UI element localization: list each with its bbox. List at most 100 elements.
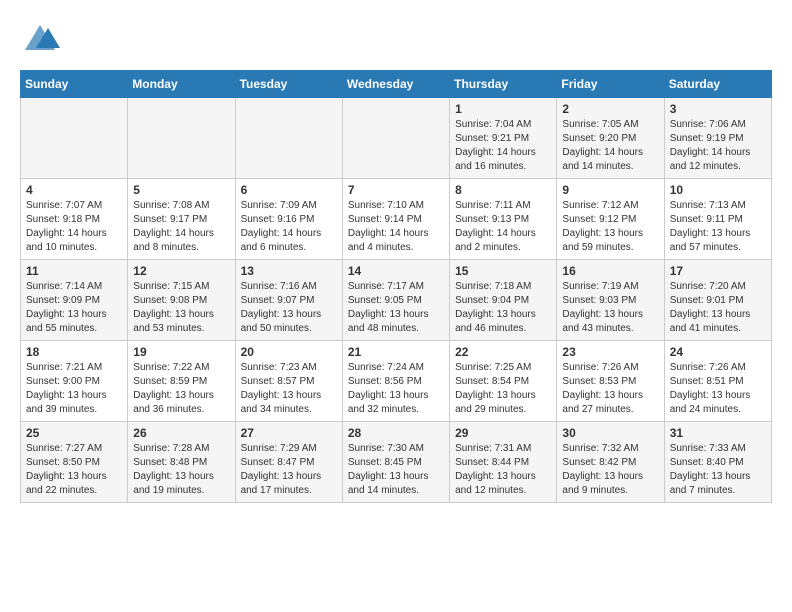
calendar-week-row: 18 Sunrise: 7:21 AM Sunset: 9:00 PM Dayli… — [21, 341, 772, 422]
calendar-cell: 24 Sunrise: 7:26 AM Sunset: 8:51 PM Dayli… — [664, 341, 771, 422]
day-info: Sunrise: 7:29 AM Sunset: 8:47 PM Dayligh… — [241, 442, 337, 498]
day-info: Sunrise: 7:32 AM Sunset: 8:42 PM Dayligh… — [562, 442, 658, 498]
day-number: 20 — [241, 345, 337, 359]
day-number: 22 — [455, 345, 551, 359]
day-number: 11 — [26, 264, 122, 278]
calendar-cell: 23 Sunrise: 7:26 AM Sunset: 8:53 PM Dayli… — [557, 341, 664, 422]
calendar-cell: 15 Sunrise: 7:18 AM Sunset: 9:04 PM Dayli… — [450, 260, 557, 341]
day-number: 4 — [26, 183, 122, 197]
calendar-cell: 3 Sunrise: 7:06 AM Sunset: 9:19 PM Daylig… — [664, 98, 771, 179]
day-info: Sunrise: 7:33 AM Sunset: 8:40 PM Dayligh… — [670, 442, 766, 498]
calendar-header-row: SundayMondayTuesdayWednesdayThursdayFrid… — [21, 71, 772, 98]
day-info: Sunrise: 7:09 AM Sunset: 9:16 PM Dayligh… — [241, 199, 337, 255]
day-info: Sunrise: 7:17 AM Sunset: 9:05 PM Dayligh… — [348, 280, 444, 336]
column-header-saturday: Saturday — [664, 71, 771, 98]
column-header-tuesday: Tuesday — [235, 71, 342, 98]
day-number: 5 — [133, 183, 229, 197]
day-info: Sunrise: 7:31 AM Sunset: 8:44 PM Dayligh… — [455, 442, 551, 498]
calendar-cell: 14 Sunrise: 7:17 AM Sunset: 9:05 PM Dayli… — [342, 260, 449, 341]
calendar-cell — [235, 98, 342, 179]
day-number: 8 — [455, 183, 551, 197]
calendar-cell: 2 Sunrise: 7:05 AM Sunset: 9:20 PM Daylig… — [557, 98, 664, 179]
calendar-cell: 1 Sunrise: 7:04 AM Sunset: 9:21 PM Daylig… — [450, 98, 557, 179]
calendar-cell: 25 Sunrise: 7:27 AM Sunset: 8:50 PM Dayli… — [21, 422, 128, 503]
calendar-cell: 30 Sunrise: 7:32 AM Sunset: 8:42 PM Dayli… — [557, 422, 664, 503]
day-number: 15 — [455, 264, 551, 278]
calendar-cell: 8 Sunrise: 7:11 AM Sunset: 9:13 PM Daylig… — [450, 179, 557, 260]
calendar-cell: 13 Sunrise: 7:16 AM Sunset: 9:07 PM Dayli… — [235, 260, 342, 341]
day-info: Sunrise: 7:30 AM Sunset: 8:45 PM Dayligh… — [348, 442, 444, 498]
day-info: Sunrise: 7:22 AM Sunset: 8:59 PM Dayligh… — [133, 361, 229, 417]
page-header — [20, 20, 772, 60]
day-info: Sunrise: 7:24 AM Sunset: 8:56 PM Dayligh… — [348, 361, 444, 417]
column-header-sunday: Sunday — [21, 71, 128, 98]
calendar-cell — [342, 98, 449, 179]
logo — [20, 20, 64, 60]
column-header-monday: Monday — [128, 71, 235, 98]
day-info: Sunrise: 7:18 AM Sunset: 9:04 PM Dayligh… — [455, 280, 551, 336]
column-header-friday: Friday — [557, 71, 664, 98]
day-number: 29 — [455, 426, 551, 440]
day-number: 30 — [562, 426, 658, 440]
calendar-cell: 19 Sunrise: 7:22 AM Sunset: 8:59 PM Dayli… — [128, 341, 235, 422]
day-info: Sunrise: 7:12 AM Sunset: 9:12 PM Dayligh… — [562, 199, 658, 255]
calendar-cell: 16 Sunrise: 7:19 AM Sunset: 9:03 PM Dayli… — [557, 260, 664, 341]
day-info: Sunrise: 7:26 AM Sunset: 8:51 PM Dayligh… — [670, 361, 766, 417]
column-header-thursday: Thursday — [450, 71, 557, 98]
day-number: 9 — [562, 183, 658, 197]
day-info: Sunrise: 7:21 AM Sunset: 9:00 PM Dayligh… — [26, 361, 122, 417]
calendar-cell: 18 Sunrise: 7:21 AM Sunset: 9:00 PM Dayli… — [21, 341, 128, 422]
calendar-cell: 20Sunrise: 7:23 AM Sunset: 8:57 PM Dayli… — [235, 341, 342, 422]
day-number: 3 — [670, 102, 766, 116]
day-info: Sunrise: 7:15 AM Sunset: 9:08 PM Dayligh… — [133, 280, 229, 336]
calendar-week-row: 1 Sunrise: 7:04 AM Sunset: 9:21 PM Daylig… — [21, 98, 772, 179]
calendar-cell: 6 Sunrise: 7:09 AM Sunset: 9:16 PM Daylig… — [235, 179, 342, 260]
day-number: 18 — [26, 345, 122, 359]
day-info: Sunrise: 7:08 AM Sunset: 9:17 PM Dayligh… — [133, 199, 229, 255]
day-info: Sunrise: 7:27 AM Sunset: 8:50 PM Dayligh… — [26, 442, 122, 498]
day-info: Sunrise: 7:16 AM Sunset: 9:07 PM Dayligh… — [241, 280, 337, 336]
calendar-cell: 11Sunrise: 7:14 AM Sunset: 9:09 PM Dayli… — [21, 260, 128, 341]
day-number: 7 — [348, 183, 444, 197]
day-number: 19 — [133, 345, 229, 359]
calendar-week-row: 4Sunrise: 7:07 AM Sunset: 9:18 PM Daylig… — [21, 179, 772, 260]
day-number: 12 — [133, 264, 229, 278]
day-number: 17 — [670, 264, 766, 278]
calendar-cell: 22 Sunrise: 7:25 AM Sunset: 8:54 PM Dayli… — [450, 341, 557, 422]
calendar-cell: 27 Sunrise: 7:29 AM Sunset: 8:47 PM Dayli… — [235, 422, 342, 503]
day-info: Sunrise: 7:28 AM Sunset: 8:48 PM Dayligh… — [133, 442, 229, 498]
calendar-cell — [128, 98, 235, 179]
day-number: 24 — [670, 345, 766, 359]
day-info: Sunrise: 7:26 AM Sunset: 8:53 PM Dayligh… — [562, 361, 658, 417]
calendar-cell: 4Sunrise: 7:07 AM Sunset: 9:18 PM Daylig… — [21, 179, 128, 260]
day-info: Sunrise: 7:19 AM Sunset: 9:03 PM Dayligh… — [562, 280, 658, 336]
day-number: 27 — [241, 426, 337, 440]
day-number: 23 — [562, 345, 658, 359]
day-number: 1 — [455, 102, 551, 116]
calendar-cell: 5 Sunrise: 7:08 AM Sunset: 9:17 PM Daylig… — [128, 179, 235, 260]
day-number: 16 — [562, 264, 658, 278]
day-info: Sunrise: 7:11 AM Sunset: 9:13 PM Dayligh… — [455, 199, 551, 255]
day-number: 6 — [241, 183, 337, 197]
day-info: Sunrise: 7:05 AM Sunset: 9:20 PM Dayligh… — [562, 118, 658, 174]
calendar-cell: 10Sunrise: 7:13 AM Sunset: 9:11 PM Dayli… — [664, 179, 771, 260]
day-number: 26 — [133, 426, 229, 440]
day-info: Sunrise: 7:10 AM Sunset: 9:14 PM Dayligh… — [348, 199, 444, 255]
calendar-cell: 7 Sunrise: 7:10 AM Sunset: 9:14 PM Daylig… — [342, 179, 449, 260]
day-info: Sunrise: 7:04 AM Sunset: 9:21 PM Dayligh… — [455, 118, 551, 174]
day-number: 28 — [348, 426, 444, 440]
column-header-wednesday: Wednesday — [342, 71, 449, 98]
day-info: Sunrise: 7:06 AM Sunset: 9:19 PM Dayligh… — [670, 118, 766, 174]
day-info: Sunrise: 7:13 AM Sunset: 9:11 PM Dayligh… — [670, 199, 766, 255]
calendar-cell: 9 Sunrise: 7:12 AM Sunset: 9:12 PM Daylig… — [557, 179, 664, 260]
calendar-week-row: 11Sunrise: 7:14 AM Sunset: 9:09 PM Dayli… — [21, 260, 772, 341]
calendar-cell: 26 Sunrise: 7:28 AM Sunset: 8:48 PM Dayli… — [128, 422, 235, 503]
day-number: 2 — [562, 102, 658, 116]
day-number: 25 — [26, 426, 122, 440]
calendar-cell: 12 Sunrise: 7:15 AM Sunset: 9:08 PM Dayli… — [128, 260, 235, 341]
day-info: Sunrise: 7:25 AM Sunset: 8:54 PM Dayligh… — [455, 361, 551, 417]
day-number: 31 — [670, 426, 766, 440]
day-number: 13 — [241, 264, 337, 278]
day-number: 14 — [348, 264, 444, 278]
calendar-week-row: 25 Sunrise: 7:27 AM Sunset: 8:50 PM Dayli… — [21, 422, 772, 503]
